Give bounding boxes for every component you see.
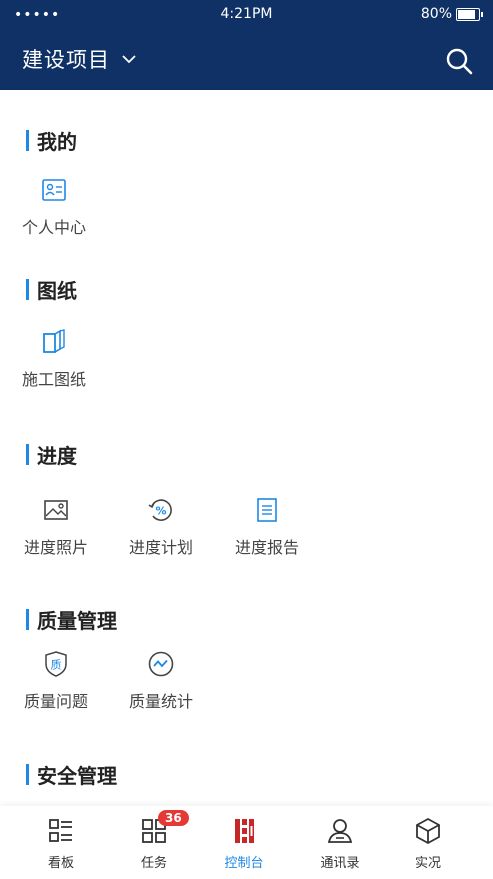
svg-text:%: %	[155, 505, 166, 518]
photo-icon	[44, 500, 68, 520]
item-label: 进度照片	[23, 538, 88, 557]
section-title: 图纸	[37, 279, 77, 303]
section-title: 我的	[37, 130, 77, 154]
app-header: ••••• 4:21PM 80% 建设项目	[0, 0, 493, 90]
item-label: 施工图纸	[21, 370, 86, 389]
contacts-icon	[327, 819, 353, 843]
item-label: 质量问题	[23, 692, 88, 711]
section-header: 图纸	[26, 275, 77, 304]
project-selector[interactable]: 建设项目	[22, 44, 138, 74]
tab-label: 实况	[414, 856, 441, 871]
section-header: 进度	[26, 440, 77, 469]
bottom-tab-bar: 看板 36 任务 控制台 通讯录 实况	[0, 806, 493, 879]
item-progress-report[interactable]: 进度报告	[217, 496, 317, 558]
battery-indicator: 80%	[421, 6, 483, 22]
quality-shield-icon: 质	[45, 651, 67, 677]
battery-percent: 80%	[420, 6, 452, 22]
tab-label: 通讯录	[320, 856, 360, 871]
item-quality-issues[interactable]: 质 质量问题	[6, 650, 106, 712]
search-icon[interactable]	[445, 47, 473, 75]
item-personal-center[interactable]: 个人中心	[4, 176, 104, 238]
item-label: 个人中心	[21, 218, 86, 237]
tab-console[interactable]: 控制台	[204, 816, 284, 871]
battery-icon	[456, 7, 480, 21]
clock: 4:21PM	[220, 6, 273, 22]
chevron-down-icon	[122, 55, 136, 64]
section-header: 我的	[26, 126, 77, 155]
item-progress-plan[interactable]: % 进度计划	[111, 496, 211, 558]
item-progress-photos[interactable]: 进度照片	[6, 496, 106, 558]
quality-glyph: 质	[51, 659, 62, 672]
section-title: 质量管理	[37, 609, 117, 633]
console-icon	[235, 819, 254, 843]
tab-label: 任务	[140, 856, 167, 871]
section-title: 进度	[37, 444, 77, 468]
status-bar: ••••• 4:21PM 80%	[0, 0, 493, 30]
tab-contacts[interactable]: 通讯录	[300, 816, 380, 871]
section-header: 安全管理	[26, 760, 117, 789]
page-title: 建设项目	[22, 48, 110, 72]
section-header: 质量管理	[26, 605, 117, 634]
tab-tasks[interactable]: 36 任务	[114, 810, 194, 871]
tab-live[interactable]: 实况	[388, 816, 468, 871]
profile-card-icon	[42, 179, 66, 201]
item-label: 质量统计	[128, 692, 193, 711]
dashboard-list-icon	[49, 819, 72, 842]
tab-label: 看板	[47, 856, 74, 871]
drawings-icon	[43, 329, 65, 353]
section-title: 安全管理	[37, 764, 117, 788]
tab-dashboard[interactable]: 看板	[21, 816, 101, 871]
trend-circle-icon	[148, 651, 174, 677]
percent-cycle-icon: %	[148, 499, 172, 521]
item-label: 进度计划	[128, 538, 193, 557]
item-label: 进度报告	[234, 538, 299, 557]
item-construction-drawings[interactable]: 施工图纸	[4, 328, 104, 390]
main-content: 我的 个人中心 图纸 施工图纸 进度 进度照片 % 进度计划 进度报告 质量管理…	[0, 90, 493, 806]
document-icon	[257, 498, 277, 522]
task-count-badge: 36	[158, 810, 189, 826]
item-quality-statistics[interactable]: 质量统计	[111, 650, 211, 712]
tab-label: 控制台	[224, 856, 264, 871]
cube-icon	[416, 817, 440, 845]
